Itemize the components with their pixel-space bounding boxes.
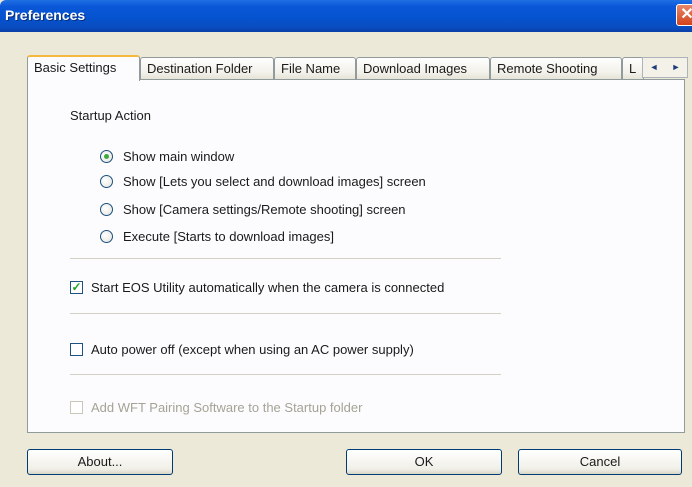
checkbox[interactable]: [70, 342, 83, 356]
startup-action-label: Startup Action: [70, 108, 151, 123]
radio-label: Show [Lets you select and download image…: [123, 173, 426, 189]
tab-scroll-buttons: ◄ ►: [642, 57, 688, 78]
basic-settings-panel: Startup Action Show main window Show [Le…: [27, 79, 685, 433]
cancel-button[interactable]: Cancel: [518, 449, 682, 475]
scroll-right-icon[interactable]: ►: [665, 58, 687, 77]
title-bar[interactable]: Preferences ✕: [0, 0, 692, 32]
radio-execute-download[interactable]: Execute [Starts to download images]: [100, 227, 334, 245]
tab-file-name[interactable]: File Name: [274, 57, 356, 79]
checkbox-disabled: [70, 400, 83, 414]
radio-show-camera-settings-screen[interactable]: Show [Camera settings/Remote shooting] s…: [100, 200, 406, 218]
radio-show-main-window[interactable]: Show main window: [100, 147, 234, 165]
radio-label: Show [Camera settings/Remote shooting] s…: [123, 201, 406, 217]
radio-button[interactable]: [100, 174, 113, 188]
check-icon[interactable]: ✓: [70, 280, 83, 294]
radio-button[interactable]: [100, 229, 113, 243]
wft-pairing-checkbox-row: Add WFT Pairing Software to the Startup …: [70, 398, 362, 416]
radio-show-download-screen[interactable]: Show [Lets you select and download image…: [100, 172, 426, 190]
auto-power-off-checkbox-row[interactable]: Auto power off (except when using an AC …: [70, 340, 414, 358]
checkbox-label: Add WFT Pairing Software to the Startup …: [91, 399, 363, 415]
about-button[interactable]: About...: [27, 449, 173, 475]
tab-basic-settings[interactable]: Basic Settings: [27, 55, 140, 81]
radio-label: Execute [Starts to download images]: [123, 228, 335, 244]
checkbox-label: Auto power off (except when using an AC …: [91, 341, 414, 357]
tab-destination-folder[interactable]: Destination Folder: [140, 57, 274, 79]
radio-label: Show main window: [123, 148, 235, 164]
radio-button-selected[interactable]: [100, 149, 113, 163]
divider: [70, 313, 501, 314]
preferences-dialog: Preferences ✕ Basic Settings Destination…: [0, 0, 692, 487]
close-icon[interactable]: ✕: [676, 4, 692, 26]
checkbox-label: Start EOS Utility automatically when the…: [91, 279, 445, 295]
scroll-left-icon[interactable]: ◄: [643, 58, 665, 77]
divider: [70, 374, 501, 375]
window-title: Preferences: [5, 7, 86, 23]
tab-download-images[interactable]: Download Images: [356, 57, 490, 79]
ok-button[interactable]: OK: [346, 449, 502, 475]
divider: [70, 258, 501, 259]
tab-remote-shooting[interactable]: Remote Shooting: [490, 57, 622, 79]
tab-strip: Basic Settings Destination Folder File N…: [27, 55, 692, 81]
tab-truncated[interactable]: L: [622, 57, 644, 79]
radio-button[interactable]: [100, 202, 113, 216]
start-eos-checkbox-row[interactable]: ✓ Start EOS Utility automatically when t…: [70, 278, 444, 296]
